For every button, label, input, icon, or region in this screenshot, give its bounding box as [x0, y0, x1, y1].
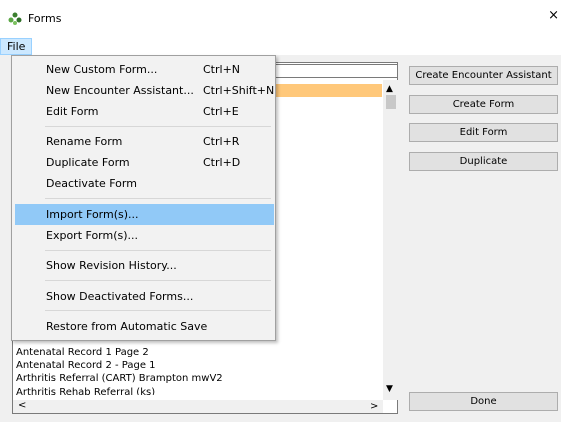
- menu-item-shortcut: Ctrl+Shift+N: [203, 84, 275, 97]
- duplicate-button[interactable]: Duplicate: [409, 152, 558, 171]
- menu-separator: [45, 310, 271, 311]
- horizontal-scrollbar[interactable]: [13, 400, 383, 413]
- menu-item-label: Deactivate Form: [46, 177, 137, 190]
- edit-form-button[interactable]: Edit Form: [409, 123, 558, 142]
- title-bar: Forms ×: [0, 0, 561, 38]
- list-item[interactable]: Antenatal Record 1 Page 2: [16, 347, 149, 359]
- menu-item-label: Import Form(s)...: [46, 208, 139, 221]
- menu-item-export-forms[interactable]: Export Form(s)...: [15, 225, 274, 246]
- menu-item-new-custom-form[interactable]: New Custom Form... Ctrl+N: [15, 59, 274, 80]
- menu-item-label: Show Deactivated Forms...: [46, 290, 194, 303]
- menu-item-label: New Custom Form...: [46, 63, 158, 76]
- menu-bar: File: [0, 38, 561, 55]
- menu-item-label: Duplicate Form: [46, 156, 130, 169]
- scroll-right-icon[interactable]: >: [370, 401, 378, 412]
- scroll-up-icon[interactable]: ▲: [386, 84, 393, 94]
- menu-item-label: Rename Form: [46, 135, 123, 148]
- list-item[interactable]: Antenatal Record 2 - Page 1: [16, 360, 156, 372]
- forms-app-icon: [8, 12, 22, 25]
- vertical-scrollbar[interactable]: [383, 80, 398, 400]
- search-input[interactable]: [272, 64, 398, 78]
- menu-separator: [45, 198, 271, 199]
- menu-item-shortcut: Ctrl+E: [203, 105, 239, 118]
- menu-item-shortcut: Ctrl+R: [203, 135, 240, 148]
- list-item[interactable]: Arthritis Rehab Referral (ks): [16, 387, 155, 395]
- menu-item-label: New Encounter Assistant...: [46, 84, 194, 97]
- scroll-left-icon[interactable]: <: [18, 400, 26, 411]
- menu-separator: [45, 280, 271, 281]
- menu-item-label: Show Revision History...: [46, 259, 177, 272]
- menu-separator: [45, 126, 271, 127]
- create-encounter-assistant-button[interactable]: Create Encounter Assistant: [409, 66, 558, 85]
- create-form-button[interactable]: Create Form: [409, 95, 558, 114]
- menu-item-import-forms[interactable]: Import Form(s)...: [15, 204, 274, 225]
- menu-item-shortcut: Ctrl+D: [203, 156, 241, 169]
- menu-item-edit-form[interactable]: Edit Form Ctrl+E: [15, 101, 274, 122]
- menu-item-rename-form[interactable]: Rename Form Ctrl+R: [15, 131, 274, 152]
- menu-item-show-revision-history[interactable]: Show Revision History...: [15, 255, 274, 276]
- menu-file[interactable]: File: [0, 38, 33, 55]
- file-menu-dropdown: New Custom Form... Ctrl+N New Encounter …: [11, 55, 276, 341]
- menu-item-restore-automatic-save[interactable]: Restore from Automatic Save: [15, 316, 274, 337]
- menu-item-deactivate-form[interactable]: Deactivate Form: [15, 173, 274, 194]
- menu-item-new-encounter-assistant[interactable]: New Encounter Assistant... Ctrl+Shift+N: [15, 80, 274, 101]
- menu-item-label: Restore from Automatic Save: [46, 320, 208, 333]
- menu-item-label: Edit Form: [46, 105, 99, 118]
- menu-item-label: Export Form(s)...: [46, 229, 139, 242]
- selected-list-row[interactable]: [272, 84, 382, 97]
- scrollbar-thumb[interactable]: [386, 95, 396, 109]
- done-button[interactable]: Done: [409, 392, 558, 411]
- menu-item-shortcut: Ctrl+N: [203, 63, 241, 76]
- scroll-down-icon[interactable]: ▼: [386, 384, 393, 394]
- menu-separator: [45, 250, 271, 251]
- menu-item-show-deactivated-forms[interactable]: Show Deactivated Forms...: [15, 286, 274, 307]
- close-icon[interactable]: ×: [541, 8, 561, 28]
- menu-item-duplicate-form[interactable]: Duplicate Form Ctrl+D: [15, 152, 274, 173]
- forms-window: Forms × File Antenatal Record 1 Page 2 A…: [0, 0, 561, 422]
- window-title: Forms: [28, 12, 62, 25]
- list-item[interactable]: Arthritis Referral (CART) Brampton mwV2: [16, 373, 223, 385]
